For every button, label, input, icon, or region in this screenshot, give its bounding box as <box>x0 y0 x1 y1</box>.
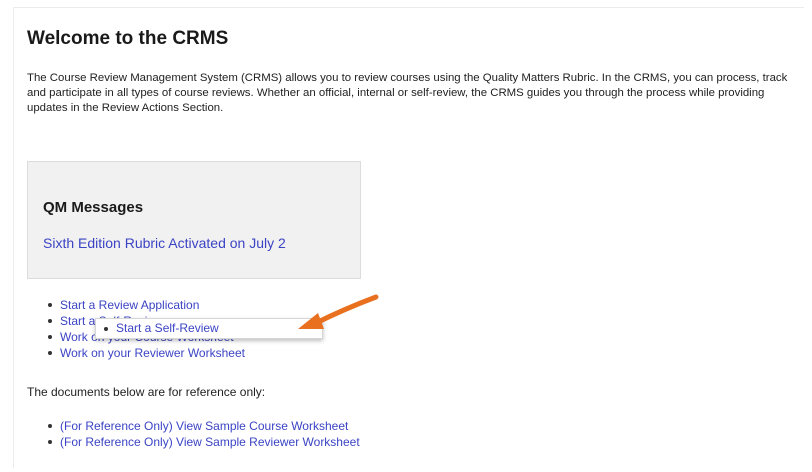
sample-course-worksheet-link[interactable]: (For Reference Only) View Sample Course … <box>60 419 348 433</box>
start-review-application-link[interactable]: Start a Review Application <box>60 298 199 312</box>
self-review-hover-popup[interactable]: Start a Self-Review <box>95 318 323 339</box>
orange-arrow-icon <box>298 294 379 329</box>
reference-note: The documents below are for reference on… <box>27 385 266 399</box>
list-item: (For Reference Only) View Sample Course … <box>48 418 360 434</box>
qm-messages-title: QM Messages <box>43 199 144 216</box>
list-item: Work on your Reviewer Worksheet <box>48 345 245 361</box>
rubric-announcement-link[interactable]: Sixth Edition Rubric Activated on July 2 <box>43 235 286 251</box>
list-item: (For Reference Only) View Sample Reviewe… <box>48 434 360 450</box>
bullet-icon <box>104 327 108 331</box>
crms-welcome-page: Welcome to the CRMS The Course Review Ma… <box>0 0 812 472</box>
page-title: Welcome to the CRMS <box>27 28 229 49</box>
sample-reviewer-worksheet-link[interactable]: (For Reference Only) View Sample Reviewe… <box>60 435 360 449</box>
intro-paragraph: The Course Review Management System (CRM… <box>27 72 788 114</box>
reference-list: (For Reference Only) View Sample Course … <box>27 418 360 450</box>
reviewer-worksheet-link[interactable]: Work on your Reviewer Worksheet <box>60 346 245 360</box>
list-item: Start a Review Application <box>48 297 245 313</box>
popup-start-self-review-link[interactable]: Start a Self-Review <box>116 321 219 335</box>
qm-messages-panel: QM Messages Sixth Edition Rubric Activat… <box>27 161 361 279</box>
